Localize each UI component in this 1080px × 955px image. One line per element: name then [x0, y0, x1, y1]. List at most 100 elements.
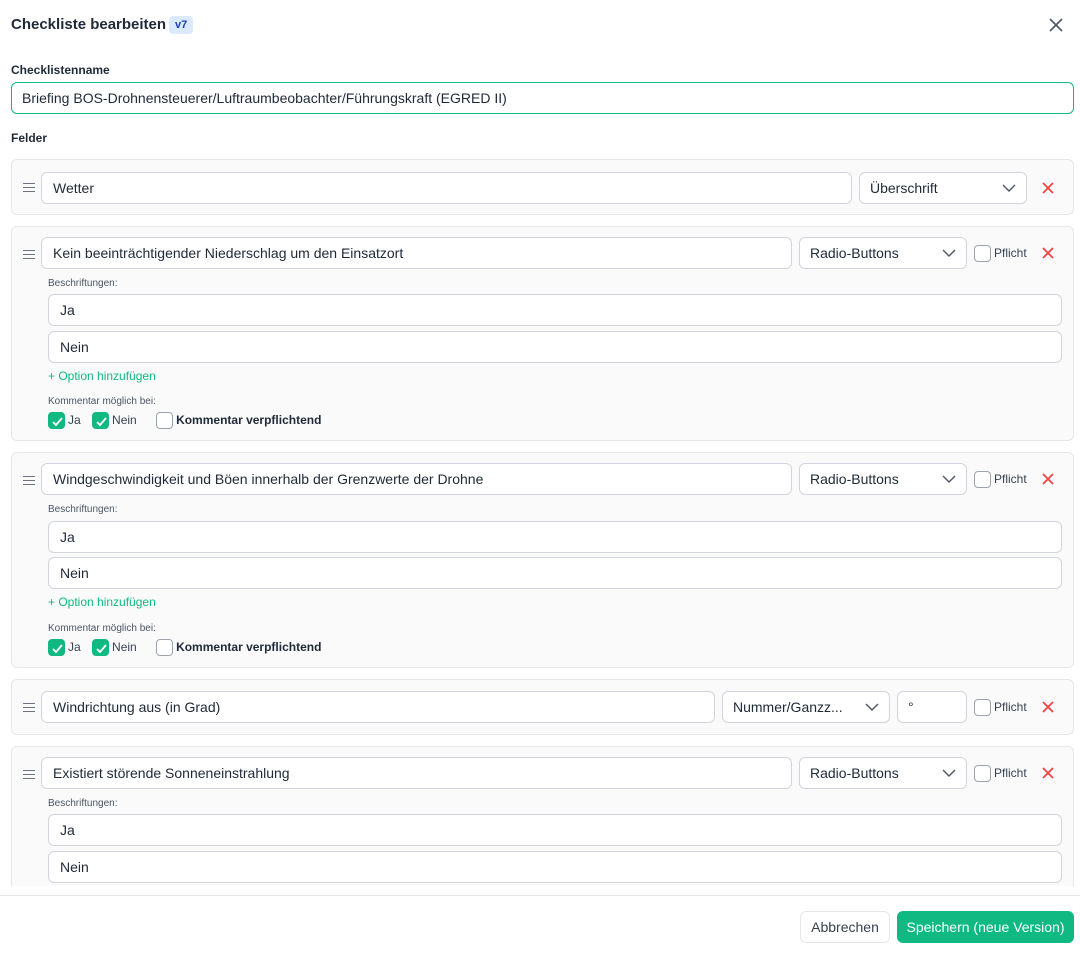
- field-type-value: Nummer/Ganzz...: [733, 699, 843, 715]
- checkbox-label: Ja: [68, 413, 81, 427]
- checkbox-box: [974, 765, 991, 783]
- comment-options: Ja Nein Kommentar verpflichtend: [48, 638, 329, 657]
- drag-handle-icon[interactable]: [23, 250, 35, 260]
- dialog-header: Checkliste bearbeiten v7: [11, 0, 1075, 50]
- field-label-input[interactable]: [41, 237, 792, 269]
- close-icon: [1042, 767, 1054, 779]
- checkbox-label: Kommentar verpflichtend: [176, 640, 322, 654]
- close-icon: [1042, 701, 1054, 713]
- field-label-input[interactable]: [41, 463, 792, 495]
- check-icon: [52, 644, 63, 654]
- check-icon: [96, 644, 107, 654]
- fields-list[interactable]: Überschrift Radio-Buttons Pflicht Beschr…: [0, 150, 1080, 886]
- comment-required-checkbox[interactable]: Kommentar verpflichtend: [156, 638, 322, 657]
- field-card: Radio-Buttons Pflicht Beschriftungen:: [11, 746, 1074, 886]
- drag-handle-icon[interactable]: [23, 476, 35, 486]
- option-input[interactable]: [48, 294, 1062, 326]
- checkbox-box: [974, 699, 991, 717]
- required-label: Pflicht: [994, 766, 1027, 780]
- comment-on-nein-checkbox[interactable]: Nein: [92, 638, 137, 657]
- field-type-value: Radio-Buttons: [810, 245, 899, 261]
- add-option-link[interactable]: + Option hinzufügen: [48, 369, 156, 383]
- close-icon: [1042, 247, 1054, 259]
- required-label: Pflicht: [994, 472, 1027, 486]
- comment-on-ja-checkbox[interactable]: Ja: [48, 638, 81, 657]
- dialog-title: Checkliste bearbeiten: [11, 16, 167, 33]
- chevron-down-icon: [942, 475, 956, 483]
- drag-handle-icon[interactable]: [23, 770, 35, 780]
- field-type-select[interactable]: Radio-Buttons: [799, 463, 967, 495]
- field-label-input[interactable]: [41, 691, 715, 723]
- delete-field-button[interactable]: [1040, 699, 1056, 715]
- close-button[interactable]: [1045, 14, 1067, 36]
- save-button[interactable]: Speichern (neue Version): [897, 911, 1074, 943]
- option-input[interactable]: [48, 851, 1062, 883]
- option-input[interactable]: [48, 331, 1062, 363]
- chevron-down-icon: [865, 703, 879, 711]
- field-type-select[interactable]: Überschrift: [859, 172, 1027, 204]
- field-label-input[interactable]: [41, 172, 852, 204]
- checkbox-box: [48, 639, 65, 657]
- required-label: Pflicht: [994, 246, 1027, 260]
- field-type-select[interactable]: Nummer/Ganzz...: [722, 691, 890, 723]
- captions-label: Beschriftungen:: [48, 504, 118, 515]
- checkbox-box: [48, 412, 65, 430]
- comment-possible-label: Kommentar möglich bei:: [48, 623, 156, 634]
- unit-input[interactable]: [897, 691, 967, 723]
- field-card: Radio-Buttons Pflicht Beschriftungen: + …: [11, 226, 1074, 441]
- field-type-value: Radio-Buttons: [810, 471, 899, 487]
- chevron-down-icon: [1002, 184, 1016, 192]
- required-checkbox[interactable]: Pflicht: [974, 764, 1027, 783]
- checkbox-box: [92, 639, 110, 657]
- option-input[interactable]: [48, 557, 1062, 589]
- checklist-name-input[interactable]: [11, 82, 1074, 114]
- checkbox-label: Kommentar verpflichtend: [176, 413, 322, 427]
- comment-options: Ja Nein Kommentar verpflichtend: [48, 411, 329, 430]
- version-badge: v7: [169, 16, 194, 34]
- close-icon: [1049, 18, 1063, 32]
- field-card: Überschrift: [11, 159, 1074, 215]
- captions-label: Beschriftungen:: [48, 798, 118, 809]
- delete-field-button[interactable]: [1040, 245, 1056, 261]
- delete-field-button[interactable]: [1040, 471, 1056, 487]
- delete-field-button[interactable]: [1040, 180, 1056, 196]
- name-label: Checklistenname: [11, 63, 110, 77]
- field-type-select[interactable]: Radio-Buttons: [799, 757, 967, 789]
- comment-on-nein-checkbox[interactable]: Nein: [92, 411, 137, 430]
- comment-on-ja-checkbox[interactable]: Ja: [48, 411, 81, 430]
- checkbox-box: [974, 245, 991, 263]
- close-icon: [1042, 182, 1054, 194]
- required-checkbox[interactable]: Pflicht: [974, 698, 1027, 717]
- drag-handle-icon[interactable]: [23, 703, 35, 713]
- comment-required-checkbox[interactable]: Kommentar verpflichtend: [156, 411, 322, 430]
- field-type-value: Radio-Buttons: [810, 765, 899, 781]
- check-icon: [96, 417, 107, 427]
- field-card: Radio-Buttons Pflicht Beschriftungen: + …: [11, 452, 1074, 668]
- checkbox-box: [92, 412, 110, 430]
- field-type-value: Überschrift: [870, 180, 938, 196]
- field-type-select[interactable]: Radio-Buttons: [799, 237, 967, 269]
- cancel-button[interactable]: Abbrechen: [800, 911, 890, 943]
- field-card: Nummer/Ganzz... Pflicht: [11, 679, 1074, 735]
- checkbox-label: Nein: [112, 413, 137, 427]
- delete-field-button[interactable]: [1040, 765, 1056, 781]
- close-icon: [1042, 473, 1054, 485]
- add-option-link[interactable]: + Option hinzufügen: [48, 595, 156, 609]
- field-label-input[interactable]: [41, 757, 792, 789]
- required-label: Pflicht: [994, 700, 1027, 714]
- checkbox-box: [974, 471, 991, 489]
- captions-label: Beschriftungen:: [48, 278, 118, 289]
- checkbox-box: [156, 639, 174, 657]
- required-checkbox[interactable]: Pflicht: [974, 244, 1027, 263]
- checkbox-label: Nein: [112, 640, 137, 654]
- check-icon: [52, 417, 63, 427]
- fields-label: Felder: [11, 131, 48, 145]
- required-checkbox[interactable]: Pflicht: [974, 470, 1027, 489]
- dialog-footer: Abbrechen Speichern (neue Version): [0, 895, 1080, 955]
- option-input[interactable]: [48, 521, 1062, 553]
- checkbox-label: Ja: [68, 640, 81, 654]
- option-input[interactable]: [48, 814, 1062, 846]
- drag-handle-icon[interactable]: [23, 183, 35, 193]
- chevron-down-icon: [942, 249, 956, 257]
- checkbox-box: [156, 412, 174, 430]
